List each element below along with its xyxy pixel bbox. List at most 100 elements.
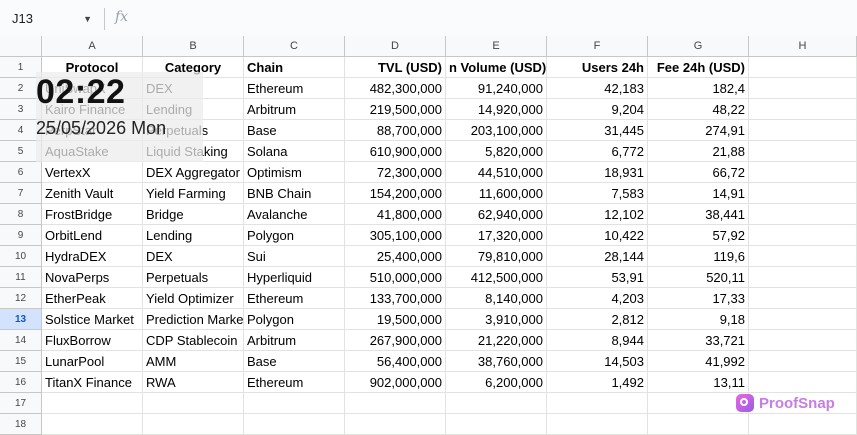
cell-c9[interactable]: Polygon (244, 225, 345, 246)
cell-e5[interactable]: 5,820,000 (446, 141, 547, 162)
cell-d14[interactable]: 267,900,000 (345, 330, 446, 351)
row-header-8[interactable]: 8 (0, 204, 42, 225)
cell-a15[interactable]: LunarPool (42, 351, 143, 372)
cell-e13[interactable]: 3,910,000 (446, 309, 547, 330)
cell-g12[interactable]: 17,33 (648, 288, 749, 309)
cell-f13[interactable]: 2,812 (547, 309, 648, 330)
cell-f11[interactable]: 53,91 (547, 267, 648, 288)
cell-e16[interactable]: 6,200,000 (446, 372, 547, 393)
cell-h10[interactable] (749, 246, 857, 267)
cell-c4[interactable]: Base (244, 120, 345, 141)
cell-c13[interactable]: Polygon (244, 309, 345, 330)
cell-f2[interactable]: 42,183 (547, 78, 648, 99)
cell-a13[interactable]: Solstice Market (42, 309, 143, 330)
cell-c10[interactable]: Sui (244, 246, 345, 267)
cell-h5[interactable] (749, 141, 857, 162)
cell-h16[interactable] (749, 372, 857, 393)
column-header-c[interactable]: C (244, 36, 345, 57)
cell-h7[interactable] (749, 183, 857, 204)
cell-c8[interactable]: Avalanche (244, 204, 345, 225)
cell-h11[interactable] (749, 267, 857, 288)
cell-b8[interactable]: Bridge (143, 204, 244, 225)
cell-g3[interactable]: 48,22 (648, 99, 749, 120)
cell-a14[interactable]: FluxBorrow (42, 330, 143, 351)
cell-d1[interactable]: TVL (USD) (345, 57, 446, 78)
cell-e3[interactable]: 14,920,000 (446, 99, 547, 120)
cell-e7[interactable]: 11,600,000 (446, 183, 547, 204)
cell-e14[interactable]: 21,220,000 (446, 330, 547, 351)
cell-d9[interactable]: 305,100,000 (345, 225, 446, 246)
name-box-dropdown-icon[interactable]: ▼ (83, 8, 92, 30)
row-header-11[interactable]: 11 (0, 267, 42, 288)
cell-c2[interactable]: Ethereum (244, 78, 345, 99)
cell-e8[interactable]: 62,940,000 (446, 204, 547, 225)
cell-c14[interactable]: Arbitrum (244, 330, 345, 351)
cell-g9[interactable]: 57,92 (648, 225, 749, 246)
row-header-7[interactable]: 7 (0, 183, 42, 204)
column-header-a[interactable]: A (42, 36, 143, 57)
cell-g10[interactable]: 119,6 (648, 246, 749, 267)
cell-f4[interactable]: 31,445 (547, 120, 648, 141)
column-header-f[interactable]: F (547, 36, 648, 57)
cell-b10[interactable]: DEX (143, 246, 244, 267)
cell-g1[interactable]: Fee 24h (USD) (648, 57, 749, 78)
cell-h8[interactable] (749, 204, 857, 225)
cell-g17[interactable] (648, 393, 749, 414)
cell-f8[interactable]: 12,102 (547, 204, 648, 225)
cell-c1[interactable]: Chain (244, 57, 345, 78)
cell-a7[interactable]: Zenith Vault (42, 183, 143, 204)
cell-h13[interactable] (749, 309, 857, 330)
cell-g15[interactable]: 41,992 (648, 351, 749, 372)
cell-e6[interactable]: 44,510,000 (446, 162, 547, 183)
cell-b6[interactable]: DEX Aggregator (143, 162, 244, 183)
cell-e1[interactable]: n Volume (USD) (446, 57, 547, 78)
cell-h15[interactable] (749, 351, 857, 372)
cell-f14[interactable]: 8,944 (547, 330, 648, 351)
cell-f7[interactable]: 7,583 (547, 183, 648, 204)
cell-f5[interactable]: 6,772 (547, 141, 648, 162)
cell-h1[interactable] (749, 57, 857, 78)
cell-a16[interactable]: TitanX Finance (42, 372, 143, 393)
row-header-14[interactable]: 14 (0, 330, 42, 351)
cell-f15[interactable]: 14,503 (547, 351, 648, 372)
cell-a9[interactable]: OrbitLend (42, 225, 143, 246)
row-header-9[interactable]: 9 (0, 225, 42, 246)
column-header-b[interactable]: B (143, 36, 244, 57)
cell-h14[interactable] (749, 330, 857, 351)
cell-c15[interactable]: Base (244, 351, 345, 372)
cell-d15[interactable]: 56,400,000 (345, 351, 446, 372)
cell-f6[interactable]: 18,931 (547, 162, 648, 183)
cell-h9[interactable] (749, 225, 857, 246)
name-box[interactable]: J13 ▼ (8, 8, 98, 30)
cell-f12[interactable]: 4,203 (547, 288, 648, 309)
cell-g11[interactable]: 520,11 (648, 267, 749, 288)
cell-e4[interactable]: 203,100,000 (446, 120, 547, 141)
cell-g14[interactable]: 33,721 (648, 330, 749, 351)
column-header-d[interactable]: D (345, 36, 446, 57)
cell-d16[interactable]: 902,000,000 (345, 372, 446, 393)
cell-c12[interactable]: Ethereum (244, 288, 345, 309)
cell-f9[interactable]: 10,422 (547, 225, 648, 246)
cell-a12[interactable]: EtherPeak (42, 288, 143, 309)
cell-c16[interactable]: Ethereum (244, 372, 345, 393)
cell-h3[interactable] (749, 99, 857, 120)
row-header-17[interactable]: 17 (0, 393, 42, 414)
cell-h6[interactable] (749, 162, 857, 183)
cell-c3[interactable]: Arbitrum (244, 99, 345, 120)
cell-b15[interactable]: AMM (143, 351, 244, 372)
cell-g5[interactable]: 21,88 (648, 141, 749, 162)
cell-e17[interactable] (446, 393, 547, 414)
cell-d8[interactable]: 41,800,000 (345, 204, 446, 225)
cell-g2[interactable]: 182,4 (648, 78, 749, 99)
cell-d6[interactable]: 72,300,000 (345, 162, 446, 183)
cell-a11[interactable]: NovaPerps (42, 267, 143, 288)
cell-b14[interactable]: CDP Stablecoin (143, 330, 244, 351)
cell-f3[interactable]: 9,204 (547, 99, 648, 120)
cell-d7[interactable]: 154,200,000 (345, 183, 446, 204)
cell-c7[interactable]: BNB Chain (244, 183, 345, 204)
cell-c17[interactable] (244, 393, 345, 414)
cell-b9[interactable]: Lending (143, 225, 244, 246)
column-header-h[interactable]: H (749, 36, 857, 57)
cell-e10[interactable]: 79,810,000 (446, 246, 547, 267)
cell-b7[interactable]: Yield Farming (143, 183, 244, 204)
